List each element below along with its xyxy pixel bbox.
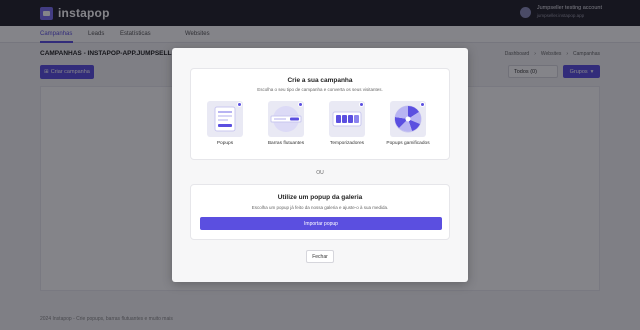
campaign-subtitle: Escolha o seu tipo de campanha e convert… bbox=[257, 87, 383, 92]
timer-icon bbox=[329, 101, 365, 137]
or-divider: OU bbox=[316, 170, 324, 176]
check-icon bbox=[359, 102, 364, 107]
wheel-icon bbox=[390, 101, 426, 137]
option-floating-bars-label: Barras flutuantes bbox=[267, 141, 305, 146]
close-button[interactable]: Fechar bbox=[306, 250, 334, 263]
option-timers-label: Temporizadores bbox=[329, 141, 365, 146]
option-gamified-label: Popups gamificados bbox=[386, 141, 430, 146]
import-popup-button[interactable]: Importar popup bbox=[200, 217, 442, 230]
option-timers[interactable]: Temporizadores bbox=[321, 101, 373, 146]
check-icon bbox=[298, 102, 303, 107]
gallery-title: Utilize um popup da galeria bbox=[277, 194, 363, 201]
import-popup-label: Importar popup bbox=[304, 220, 338, 227]
option-popups-label: Popups bbox=[216, 141, 234, 146]
option-gamified-popups[interactable]: Popups gamificados bbox=[382, 101, 434, 146]
gallery-subtitle: Escolha um popup já feito da nossa galer… bbox=[251, 205, 389, 210]
option-popups[interactable]: Popups bbox=[199, 101, 251, 146]
popup-icon bbox=[207, 101, 243, 137]
campaign-title: Crie a sua campanha bbox=[287, 77, 353, 84]
floating-bar-icon bbox=[268, 101, 304, 137]
create-campaign-modal: Crie a sua campanha Escolha o seu tipo d… bbox=[172, 48, 468, 282]
check-icon bbox=[420, 102, 425, 107]
option-floating-bars[interactable]: Barras flutuantes bbox=[260, 101, 312, 146]
close-label: Fechar bbox=[312, 253, 328, 260]
gallery-card: Utilize um popup da galeria Escolha um p… bbox=[190, 184, 450, 240]
campaign-type-card: Crie a sua campanha Escolha o seu tipo d… bbox=[190, 68, 450, 160]
check-icon bbox=[237, 102, 242, 107]
